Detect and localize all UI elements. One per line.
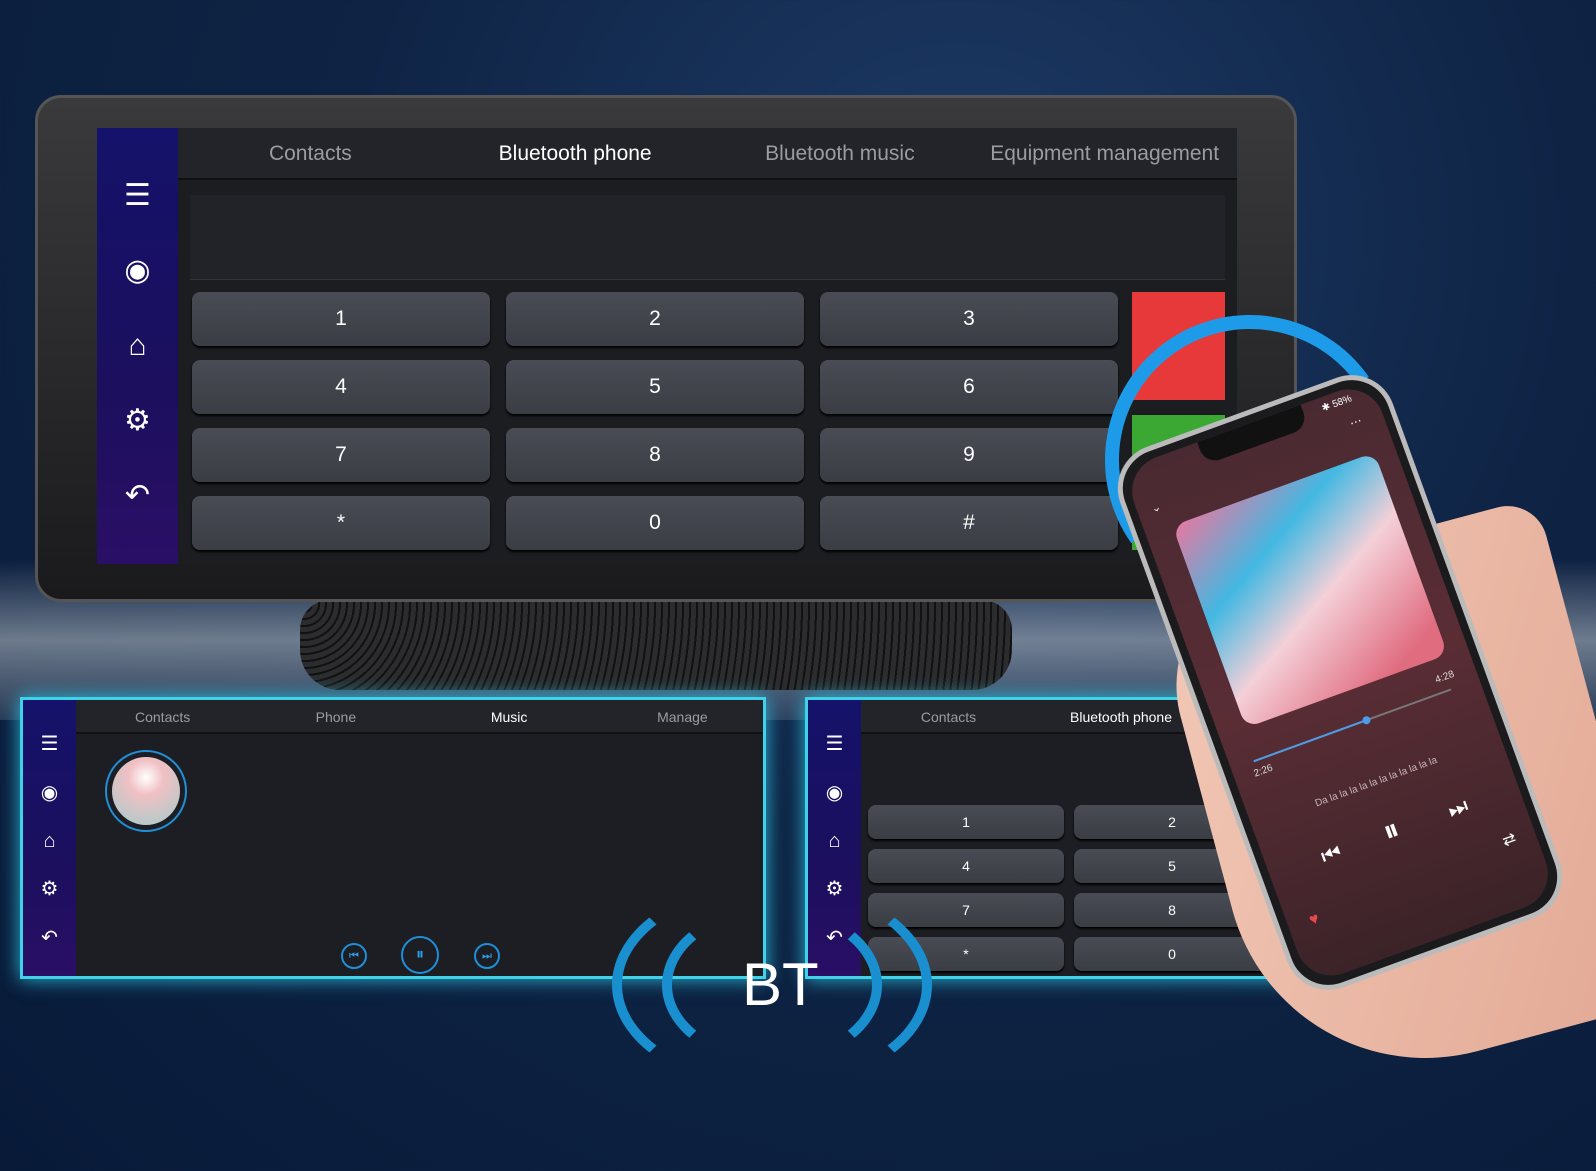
menu-icon[interactable]: ☰	[826, 734, 844, 754]
back-icon[interactable]: ↶	[41, 928, 58, 948]
battery-status: ✱ 58%	[1320, 393, 1354, 415]
key-7[interactable]: 7	[192, 428, 490, 482]
heart-icon[interactable]: ♥	[1307, 910, 1322, 930]
next-button[interactable]: ⏭	[474, 943, 500, 969]
previous-button[interactable]: ⏮	[341, 943, 367, 969]
number-display	[190, 195, 1225, 280]
pause-button[interactable]: ⏸	[401, 936, 439, 974]
key-0[interactable]: 0	[506, 496, 804, 550]
tab-equipment-management[interactable]: Equipment management	[972, 128, 1237, 178]
duration: 4:28	[1433, 668, 1456, 686]
camera-icon[interactable]: ◉	[124, 255, 150, 286]
key-6[interactable]: 6	[820, 360, 1118, 414]
key-9[interactable]: 9	[820, 428, 1118, 482]
album-art	[1172, 452, 1448, 728]
tab-contacts[interactable]: Contacts	[178, 128, 443, 178]
tab-music[interactable]: Music	[423, 700, 596, 732]
key-#[interactable]: #	[820, 496, 1118, 550]
album-art	[105, 750, 187, 832]
tab-contacts[interactable]: Contacts	[76, 700, 249, 732]
tab-bluetooth-phone[interactable]: Bluetooth phone	[443, 128, 708, 178]
bt-label: BT	[742, 951, 819, 1018]
key-5[interactable]: 5	[506, 360, 804, 414]
key-3[interactable]: 3	[820, 292, 1118, 346]
monitor-stand	[300, 600, 1012, 690]
elapsed-time: 2:26	[1252, 762, 1275, 780]
tab-bar: Contacts Phone Music Manage	[76, 700, 763, 734]
tab-bluetooth-music[interactable]: Bluetooth music	[708, 128, 973, 178]
key-4[interactable]: 4	[868, 849, 1064, 883]
camera-icon[interactable]: ◉	[826, 783, 843, 803]
sidebar: ☰ ◉ ⌂ ⚙ ↶	[23, 700, 76, 976]
home-icon[interactable]: ⌂	[128, 330, 146, 361]
previous-button[interactable]: ⏮	[1317, 839, 1345, 870]
key-2[interactable]: 2	[506, 292, 804, 346]
gear-icon[interactable]: ⚙	[124, 406, 151, 436]
key-8[interactable]: 8	[506, 428, 804, 482]
key-*[interactable]: *	[192, 496, 490, 550]
tab-bar: Contacts Bluetooth phone Bluetooth music…	[178, 128, 1237, 180]
more-icon[interactable]: ⋯	[1348, 413, 1364, 430]
tab-contacts[interactable]: Contacts	[861, 700, 1036, 732]
home-icon[interactable]: ⌂	[43, 831, 55, 851]
sidebar: ☰ ◉ ⌂ ⚙ ↶	[97, 128, 178, 564]
key-0[interactable]: 0	[1074, 937, 1270, 971]
main-screen: ☰ ◉ ⌂ ⚙ ↶ Contacts Bluetooth phone Bluet…	[97, 128, 1237, 564]
key-4[interactable]: 4	[192, 360, 490, 414]
pause-button[interactable]: ⏸	[1379, 813, 1405, 850]
tab-phone[interactable]: Phone	[249, 700, 422, 732]
menu-icon[interactable]: ☰	[124, 180, 151, 211]
next-button[interactable]: ⏭	[1444, 793, 1472, 824]
home-icon[interactable]: ⌂	[828, 831, 840, 851]
key-1[interactable]: 1	[192, 292, 490, 346]
tab-manage[interactable]: Manage	[596, 700, 763, 732]
back-icon[interactable]: ↶	[125, 481, 150, 511]
camera-icon[interactable]: ◉	[41, 783, 58, 803]
collapse-icon[interactable]: ⌄	[1149, 499, 1163, 516]
menu-icon[interactable]: ☰	[41, 734, 59, 754]
key-1[interactable]: 1	[868, 805, 1064, 839]
repeat-icon[interactable]: ⇄	[1500, 828, 1519, 851]
gear-icon[interactable]: ⚙	[41, 879, 59, 899]
